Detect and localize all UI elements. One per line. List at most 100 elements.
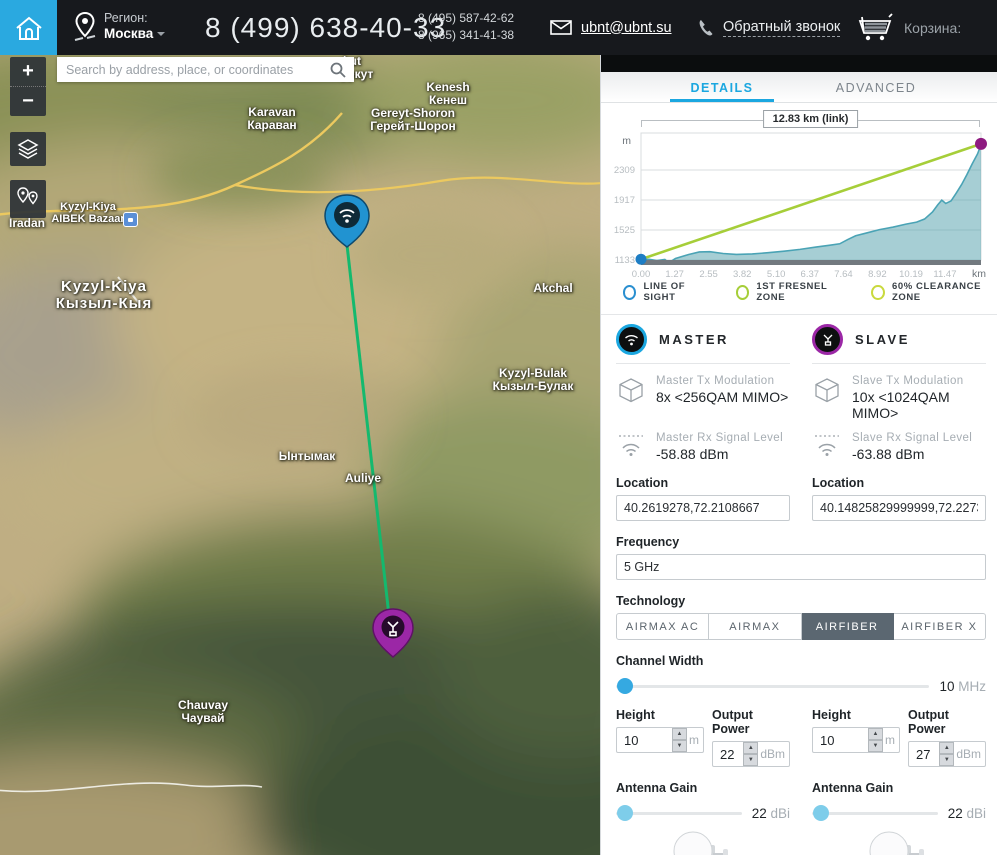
- cube-icon: [812, 375, 842, 421]
- slave-header: SLAVE: [812, 315, 986, 364]
- home-icon: [15, 15, 43, 41]
- slave-gain-slider[interactable]: [812, 805, 938, 821]
- step-up-button[interactable]: ▲: [868, 728, 883, 740]
- master-location-field: Location: [616, 476, 790, 521]
- tech-airmax-ac-button[interactable]: AIRMAX AC: [616, 613, 709, 640]
- slider-handle[interactable]: [617, 805, 633, 821]
- region-label: Регион:: [104, 11, 165, 25]
- top-bar: Регион: Москва 8 (499) 638-40-33 8 (495)…: [0, 0, 997, 55]
- step-down-button[interactable]: ▼: [672, 740, 687, 752]
- zoom-out-button[interactable]: −: [10, 87, 46, 116]
- master-antenna-gain: Antenna Gain 22 dBi: [616, 781, 790, 821]
- legend-fresnel-zone[interactable]: 1ST FRESNEL ZONE: [736, 281, 846, 303]
- master-gain-slider[interactable]: [616, 805, 742, 821]
- svg-text:m: m: [622, 135, 631, 147]
- master-height-input[interactable]: [624, 733, 644, 748]
- master-rx-signal: Master Rx Signal Level -58.88 dBm: [616, 432, 790, 462]
- legend-line-of-sight[interactable]: LINE OF SIGHT: [623, 281, 710, 303]
- svg-text:7.64: 7.64: [834, 269, 853, 280]
- master-product-card[interactable]: AIRFIBER 5 ⟳: [616, 829, 790, 855]
- channel-width-slider[interactable]: [616, 678, 929, 694]
- search-input[interactable]: [57, 63, 330, 77]
- airfiber-device-image: [853, 829, 945, 855]
- master-power-stepper[interactable]: ▲▼ dBm: [712, 741, 790, 767]
- slave-height-input[interactable]: [820, 733, 840, 748]
- svg-text:11.47: 11.47: [933, 269, 956, 280]
- frequency-input[interactable]: [616, 554, 986, 580]
- tab-advanced[interactable]: ADVANCED: [824, 72, 928, 102]
- map-search-box[interactable]: [57, 57, 354, 82]
- pins-icon: [16, 186, 40, 212]
- slave-power-stepper[interactable]: ▲▼ dBm: [908, 741, 986, 767]
- layers-button[interactable]: [10, 132, 46, 166]
- svg-text:3.82: 3.82: [733, 269, 752, 280]
- slave-icon: [812, 324, 843, 355]
- signal-icon: [616, 432, 646, 462]
- svg-text:6.37: 6.37: [801, 269, 820, 280]
- master-power-input[interactable]: [720, 747, 740, 762]
- svg-text:1525: 1525: [614, 225, 635, 236]
- slave-height-stepper[interactable]: ▲▼ m: [812, 727, 900, 753]
- cart-group[interactable]: Корзина:: [856, 0, 961, 55]
- bazaar-poi-icon[interactable]: [123, 212, 138, 227]
- details-panel: DETAILS ADVANCED 12.83 km (link) 2309191…: [600, 55, 997, 855]
- svg-text:1133: 1133: [615, 255, 635, 266]
- location-pin-icon: [74, 11, 96, 45]
- step-down-button[interactable]: ▼: [868, 740, 883, 752]
- tech-airfiber-x-button[interactable]: AIRFIBER X: [894, 613, 986, 640]
- cart-label: Корзина:: [904, 20, 961, 36]
- map-canvas[interactable]: kutМуркутKeneshКенешGereyt-ShoronГерейт-…: [0, 55, 600, 855]
- slave-product-card[interactable]: AIRFIBER 5 ⟳: [812, 829, 986, 855]
- airfiber-device-image: [657, 829, 749, 855]
- master-location-input[interactable]: [616, 495, 790, 521]
- step-down-button[interactable]: ▼: [743, 754, 758, 766]
- master-height-stepper[interactable]: ▲▼ m: [616, 727, 704, 753]
- callback-link[interactable]: Обратный звонок: [723, 19, 840, 37]
- slider-handle[interactable]: [617, 678, 633, 694]
- place-markers-button[interactable]: [10, 180, 46, 218]
- tech-airmax-button[interactable]: AIRMAX: [709, 613, 801, 640]
- slave-title: SLAVE: [855, 332, 910, 347]
- step-up-button[interactable]: ▲: [672, 728, 687, 740]
- svg-text:1917: 1917: [614, 195, 635, 206]
- link-distance-label: 12.83 km (link): [763, 110, 859, 128]
- step-down-button[interactable]: ▼: [939, 754, 954, 766]
- cube-icon: [616, 375, 646, 421]
- slave-location-field: Location: [812, 476, 986, 521]
- panel-top-strip: [601, 55, 997, 72]
- main-phone-number: 8 (499) 638-40-33: [205, 0, 446, 55]
- radio-icon: [871, 285, 885, 300]
- region-value[interactable]: Москва: [104, 26, 153, 41]
- satellite-map-image: [0, 55, 600, 855]
- home-button[interactable]: [0, 0, 57, 55]
- tab-details[interactable]: DETAILS: [670, 72, 774, 102]
- slave-antenna-gain: Antenna Gain 22 dBi: [812, 781, 986, 821]
- slider-handle[interactable]: [813, 805, 829, 821]
- callback-group: Обратный звонок: [698, 0, 840, 55]
- slave-location-input[interactable]: [812, 495, 986, 521]
- signal-icon: [812, 432, 842, 462]
- region-selector[interactable]: Регион: Москва: [74, 0, 165, 55]
- svg-text:1.27: 1.27: [665, 269, 684, 280]
- master-header: MASTER: [616, 315, 790, 364]
- slave-power-input[interactable]: [916, 747, 936, 762]
- svg-text:0.00: 0.00: [632, 269, 651, 280]
- search-icon[interactable]: [330, 62, 346, 78]
- svg-text:km: km: [972, 268, 986, 280]
- email-link[interactable]: ubnt@ubnt.su: [581, 20, 672, 36]
- svg-text:2.55: 2.55: [699, 269, 718, 280]
- technology-field: Technology AIRMAX AC AIRMAX AIRFIBER AIR…: [616, 594, 986, 640]
- step-up-button[interactable]: ▲: [743, 742, 758, 754]
- email-group: ubnt@ubnt.su: [550, 0, 672, 55]
- slave-height-power: Height ▲▼ m Output Power ▲▼ dBm: [812, 708, 986, 767]
- zoom-in-button[interactable]: +: [10, 57, 46, 87]
- legend-clearance-zone[interactable]: 60% CLEARANCE ZONE: [871, 281, 997, 303]
- panel-tabs: DETAILS ADVANCED: [601, 72, 997, 103]
- link-distance-bracket: 12.83 km (link): [641, 110, 980, 131]
- cart-icon: [856, 13, 894, 43]
- frequency-field: Frequency: [616, 535, 986, 580]
- step-up-button[interactable]: ▲: [939, 742, 954, 754]
- tech-airfiber-button[interactable]: AIRFIBER: [802, 613, 894, 640]
- alt-phone-numbers: 8 (495) 587-42-62 8 (965) 341-41-38: [418, 10, 514, 45]
- alt-phone-2: 8 (965) 341-41-38: [418, 27, 514, 44]
